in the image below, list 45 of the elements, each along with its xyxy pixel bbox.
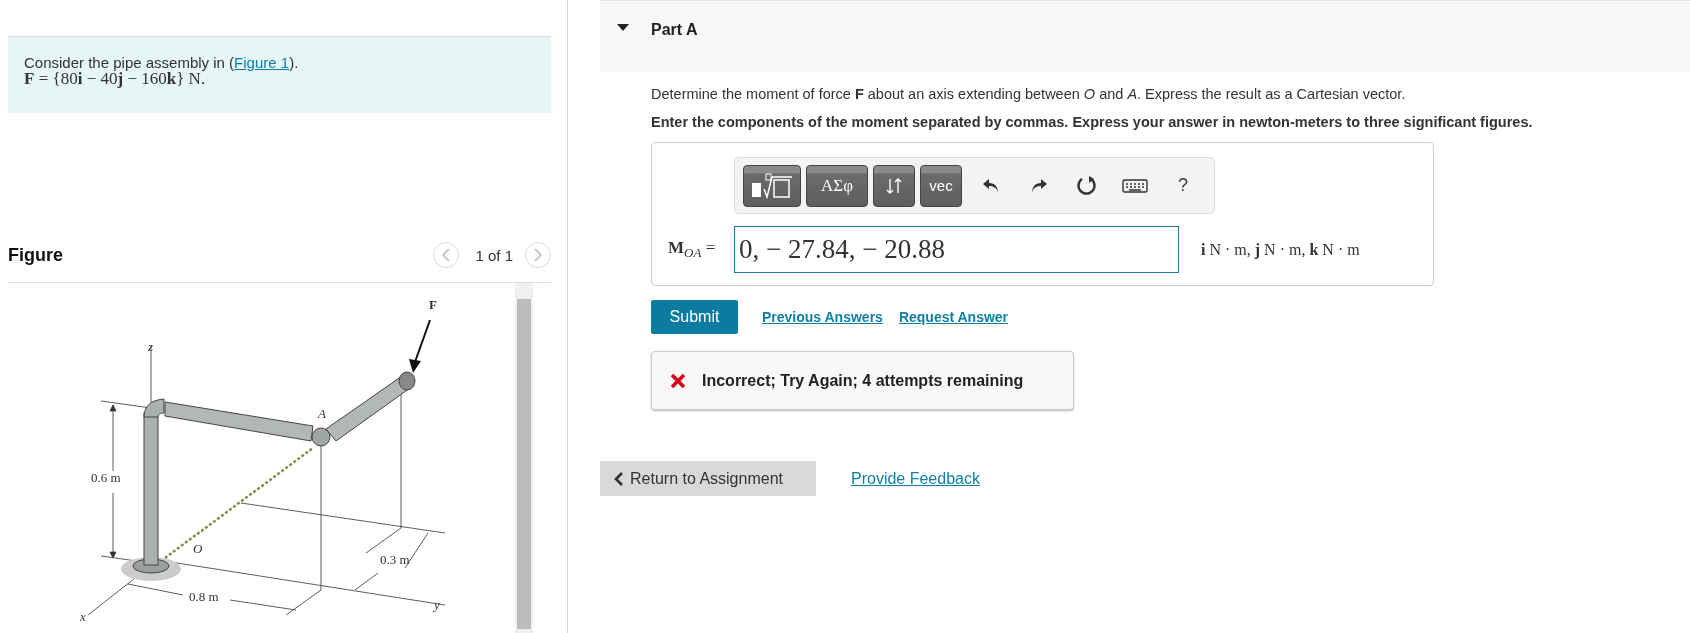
problem-text: Consider the pipe assembly in (Figure 1). [24, 54, 299, 71]
scrollbar[interactable] [515, 283, 533, 633]
chevron-right-icon [533, 248, 543, 262]
answer-field[interactable]: 0, − 27.84, − 20.88 [734, 226, 1179, 273]
chevron-left-icon [441, 248, 452, 262]
figure-label: 0.8 m [189, 589, 219, 604]
reset-icon [1076, 174, 1098, 197]
figure-label: 0.3 m [380, 552, 410, 567]
units-text: i N · m, j N · m, k N · m [1201, 240, 1360, 259]
figure-label: F [429, 297, 437, 312]
answer-label: M$_{OA}$ = [668, 237, 717, 262]
answer-link[interactable]: Request Answer [898, 309, 1009, 325]
figure-label: y [434, 597, 440, 612]
figure-label: 0.6 m [91, 470, 121, 485]
figure-link[interactable]: Figure 1 [234, 54, 290, 71]
instruction-text: Enter the components of the moment separated by commas. Express your answer in newton-meters to three significant figures. [651, 114, 1533, 130]
part-header[interactable]: Part A [600, 0, 1690, 72]
undo-icon [981, 176, 1001, 195]
figure-label: x [80, 609, 86, 623]
subscript-button[interactable] [873, 164, 915, 207]
template-button[interactable] [743, 164, 801, 207]
page-counter: 1 of 1 [475, 246, 513, 264]
return-button[interactable]: Return to Assignment [600, 461, 816, 496]
keyboard-icon [1122, 177, 1148, 194]
arrows-icon [886, 176, 902, 195]
submit-button[interactable]: Submit [651, 300, 738, 334]
feedback-link[interactable]: Provide Feedback [851, 469, 980, 488]
template-icon [750, 172, 794, 199]
force-arrow [409, 319, 431, 373]
question-text: Determine the moment of force F about an axis extending between O and A. Express the result as a Cartesian vector. [651, 86, 1406, 102]
force-formula: F = {80i − 40j − 160k} N. [24, 71, 206, 87]
chevron-left-icon [614, 470, 624, 487]
figure-label: A [318, 406, 326, 421]
figure-label: O [193, 541, 203, 556]
vector-button[interactable]: vec [920, 164, 962, 207]
caret-down-icon [617, 21, 629, 33]
part-title: Part A [651, 21, 698, 39]
cross-icon [670, 372, 686, 389]
answer-link[interactable]: Previous Answers [762, 309, 883, 325]
figure-label: z [148, 339, 154, 354]
symbols-button[interactable]: ΑΣφ [806, 164, 868, 207]
figure-title: Figure [8, 244, 64, 266]
redo-icon [1029, 176, 1049, 195]
feedback-text: Incorrect; Try Again; 4 attempts remaining [702, 371, 1024, 390]
help-button[interactable]: ? [1164, 164, 1202, 207]
